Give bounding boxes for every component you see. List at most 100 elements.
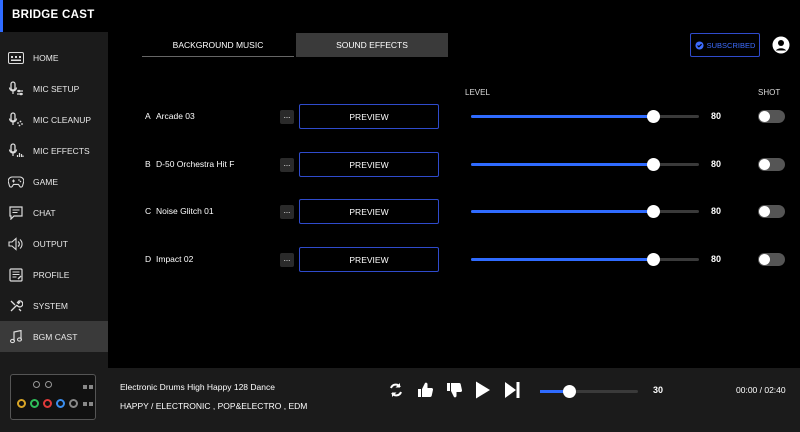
home-icon	[8, 50, 24, 66]
shot-toggle[interactable]	[758, 110, 785, 123]
level-slider-fill	[471, 210, 654, 213]
sidebar-item-label: MIC EFFECTS	[33, 145, 90, 156]
sidebar-item-output[interactable]: OUTPUT	[0, 228, 108, 259]
app-title: BRIDGE CAST	[12, 9, 95, 21]
effect-row: B D-50 Orchestra Hit F... PREVIEW 80	[108, 152, 800, 178]
sidebar-item-label: MIC CLEANUP	[33, 114, 92, 125]
repeat-icon[interactable]	[386, 380, 406, 400]
sidebar-item-label: CHAT	[33, 207, 56, 218]
mic-setup-icon	[8, 80, 24, 97]
device-button	[83, 385, 87, 389]
shot-toggle-knob	[759, 206, 770, 217]
effect-more-button[interactable]: ...	[280, 158, 294, 172]
tab-sound-effects[interactable]: SOUND EFFECTS	[296, 33, 448, 57]
level-value: 80	[711, 254, 722, 264]
thumbs-up-icon[interactable]	[415, 380, 435, 400]
shot-toggle[interactable]	[758, 253, 785, 266]
effect-name: Noise Glitch 01	[156, 206, 214, 216]
track-genre: HAPPY / ELECTRONIC , POP&ELECTRO , EDM	[120, 401, 308, 411]
effect-more-button[interactable]: ...	[280, 205, 294, 219]
mic-effects-icon	[8, 142, 24, 159]
device-knob	[30, 399, 39, 408]
sidebar-item-system[interactable]: SYSTEM	[0, 290, 108, 321]
shot-toggle-knob	[759, 159, 770, 170]
sidebar-item-mic-setup[interactable]: MIC SETUP	[0, 73, 108, 104]
sidebar-item-chat[interactable]: CHAT	[0, 197, 108, 228]
level-slider[interactable]	[471, 205, 699, 218]
sidebar-item-bgm-cast[interactable]: BGM CAST	[0, 321, 108, 352]
main-panel: BACKGROUND MUSIC SOUND EFFECTS SUBSCRIBE…	[108, 0, 800, 368]
speaker-icon	[8, 236, 24, 252]
level-slider-fill	[471, 115, 654, 118]
effect-row: C Noise Glitch 01... PREVIEW 80	[108, 199, 800, 225]
level-value: 80	[711, 159, 722, 169]
level-column-header: LEVEL	[465, 88, 490, 97]
shot-column-header: SHOT	[758, 88, 781, 97]
level-value: 80	[711, 111, 722, 121]
player-volume-value: 30	[653, 385, 664, 395]
mic-cleanup-icon	[8, 111, 24, 128]
effect-name: Arcade 03	[156, 111, 195, 121]
shot-toggle[interactable]	[758, 158, 785, 171]
player-volume-thumb[interactable]	[563, 385, 577, 398]
effect-more-button[interactable]: ...	[280, 110, 294, 124]
sidebar-item-home[interactable]: HOME	[0, 42, 108, 73]
level-slider[interactable]	[471, 110, 699, 123]
level-slider-thumb[interactable]	[647, 158, 661, 171]
effect-row: A Arcade 03... PREVIEW 80	[108, 104, 800, 130]
sidebar-item-label: MIC SETUP	[33, 83, 80, 94]
player-time: 00:00 / 02:40	[736, 385, 786, 395]
sidebar-item-game[interactable]: GAME	[0, 166, 108, 197]
check-circle-icon	[695, 40, 704, 50]
sidebar-nav: HOME MIC SETUP MIC CLEANUP MIC EFFECTS G…	[0, 42, 108, 352]
device-knob	[33, 381, 40, 388]
sidebar-item-label: SYSTEM	[33, 300, 68, 311]
preview-button[interactable]: PREVIEW	[299, 247, 439, 272]
sidebar-item-label: BGM CAST	[33, 331, 78, 342]
sidebar-item-profile[interactable]: PROFILE	[0, 259, 108, 290]
sidebar-item-mic-effects[interactable]: MIC EFFECTS	[0, 135, 108, 166]
device-knob	[17, 399, 26, 408]
level-slider-thumb[interactable]	[647, 205, 661, 218]
tab-background-music[interactable]: BACKGROUND MUSIC	[142, 33, 294, 57]
effect-name: D-50 Orchestra Hit F	[156, 159, 235, 169]
player-bar: Electronic Drums High Happy 128 Dance HA…	[108, 368, 800, 432]
sidebar-item-label: HOME	[33, 52, 59, 63]
preview-button[interactable]: PREVIEW	[299, 104, 439, 129]
track-title: Electronic Drums High Happy 128 Dance	[120, 382, 275, 392]
shot-toggle-knob	[759, 111, 770, 122]
player-volume-slider[interactable]	[540, 385, 638, 398]
play-icon[interactable]	[472, 380, 492, 400]
device-thumbnail	[10, 374, 96, 420]
music-note-icon	[8, 329, 24, 345]
gamepad-icon	[8, 174, 24, 190]
device-button	[89, 402, 93, 406]
account-icon[interactable]	[772, 36, 790, 54]
effect-more-button[interactable]: ...	[280, 253, 294, 267]
preview-button[interactable]: PREVIEW	[299, 152, 439, 177]
level-slider-thumb[interactable]	[647, 110, 661, 123]
effect-slot-letter: C	[145, 206, 152, 216]
preview-button[interactable]: PREVIEW	[299, 199, 439, 224]
subscribed-button[interactable]: SUBSCRIBED	[690, 33, 760, 57]
level-slider[interactable]	[471, 158, 699, 171]
effect-slot-letter: D	[145, 254, 152, 264]
app-brand: BRIDGE CAST	[0, 0, 108, 32]
device-button	[83, 402, 87, 406]
device-knob	[43, 399, 52, 408]
level-slider[interactable]	[471, 253, 699, 266]
effect-row: D Impact 02... PREVIEW 80	[108, 247, 800, 273]
level-slider-fill	[471, 258, 654, 261]
device-knob	[69, 399, 78, 408]
device-knob	[56, 399, 65, 408]
level-slider-fill	[471, 163, 654, 166]
effect-slot-letter: B	[145, 159, 151, 169]
shot-toggle[interactable]	[758, 205, 785, 218]
level-slider-thumb[interactable]	[647, 253, 661, 266]
wrench-icon	[8, 298, 24, 314]
sidebar-item-mic-cleanup[interactable]: MIC CLEANUP	[0, 104, 108, 135]
thumbs-down-icon[interactable]	[444, 380, 464, 400]
sidebar: BRIDGE CAST HOME MIC SETUP MIC CLEANUP M…	[0, 0, 108, 432]
skip-next-icon[interactable]	[502, 380, 522, 400]
subscribed-label: SUBSCRIBED	[706, 40, 756, 50]
